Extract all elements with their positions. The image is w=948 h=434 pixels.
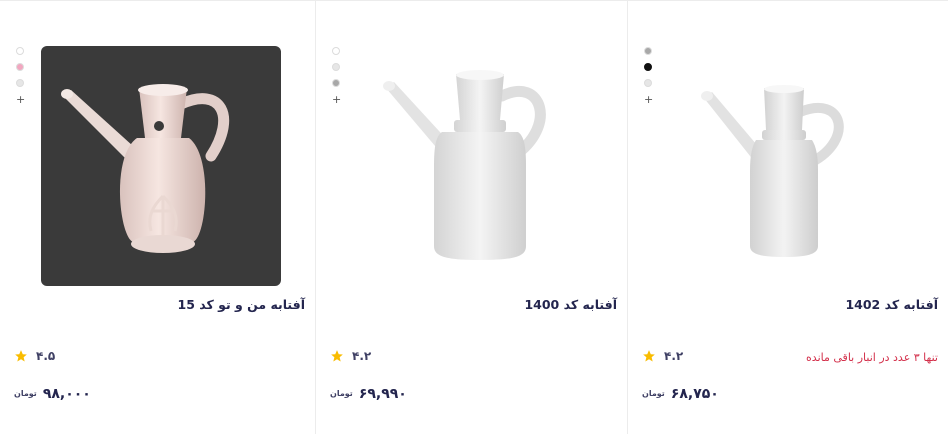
product-rating: ۴.۲	[642, 349, 683, 363]
price-value: ۶۹,۹۹۰	[358, 386, 407, 402]
product-card[interactable]: + آفتابه کد 1400 ۴.۲ تومان ۶۹,۹۹۰	[316, 1, 628, 434]
product-price: تومان ۶۹,۹۹۰	[330, 386, 407, 402]
color-swatch-light-gray[interactable]	[644, 79, 652, 87]
product-image[interactable]	[352, 46, 592, 286]
color-swatch-light-gray[interactable]	[16, 79, 24, 87]
rating-value: ۴.۲	[352, 349, 372, 363]
product-title[interactable]: آفتابه کد 1400	[524, 297, 617, 312]
white-ewer-image	[701, 85, 844, 257]
price-value: ۹۸,۰۰۰	[42, 386, 91, 402]
color-swatch-gray[interactable]	[644, 47, 652, 55]
product-card[interactable]: + آفتابه من و تو کد 15 ۴.۵ تومان ۹۸,۰۰۰	[0, 1, 316, 434]
color-swatches: +	[332, 47, 342, 105]
color-swatch-black[interactable]	[644, 63, 652, 71]
product-title[interactable]: آفتابه کد 1402	[845, 297, 938, 312]
star-icon	[643, 350, 655, 362]
product-card[interactable]: + آفتابه کد 1402 تنها ۳ عدد در انبار باق…	[628, 1, 948, 434]
currency-label: تومان	[642, 389, 665, 398]
currency-label: تومان	[330, 389, 353, 398]
product-grid: + آفتابه من و تو کد 15 ۴.۵ تومان ۹۸,۰۰۰ …	[0, 0, 948, 434]
color-swatches: +	[16, 47, 26, 105]
currency-label: تومان	[14, 389, 37, 398]
product-image[interactable]	[41, 46, 281, 286]
color-swatch-white[interactable]	[332, 47, 340, 55]
color-swatch-gray[interactable]	[332, 79, 340, 87]
color-swatch-light-gray[interactable]	[332, 63, 340, 71]
stock-warning: تنها ۳ عدد در انبار باقی مانده	[806, 351, 938, 364]
star-icon	[331, 350, 343, 362]
pink-ewer-image	[61, 84, 230, 253]
price-value: ۶۸,۷۵۰	[670, 386, 719, 402]
rating-value: ۴.۲	[664, 349, 684, 363]
product-price: تومان ۶۸,۷۵۰	[642, 386, 719, 402]
more-colors-icon[interactable]: +	[644, 94, 653, 105]
product-title[interactable]: آفتابه من و تو کد 15	[178, 297, 305, 312]
rating-value: ۴.۵	[36, 349, 56, 363]
more-colors-icon[interactable]: +	[332, 94, 341, 105]
color-swatch-pink[interactable]	[16, 63, 24, 71]
product-rating: ۴.۲	[330, 349, 371, 363]
white-ewer-image	[383, 70, 546, 260]
product-image[interactable]	[668, 46, 908, 286]
product-price: تومان ۹۸,۰۰۰	[14, 386, 91, 402]
more-colors-icon[interactable]: +	[16, 94, 25, 105]
product-rating: ۴.۵	[14, 349, 55, 363]
star-icon	[15, 350, 27, 362]
color-swatch-white[interactable]	[16, 47, 24, 55]
color-swatches: +	[644, 47, 654, 105]
